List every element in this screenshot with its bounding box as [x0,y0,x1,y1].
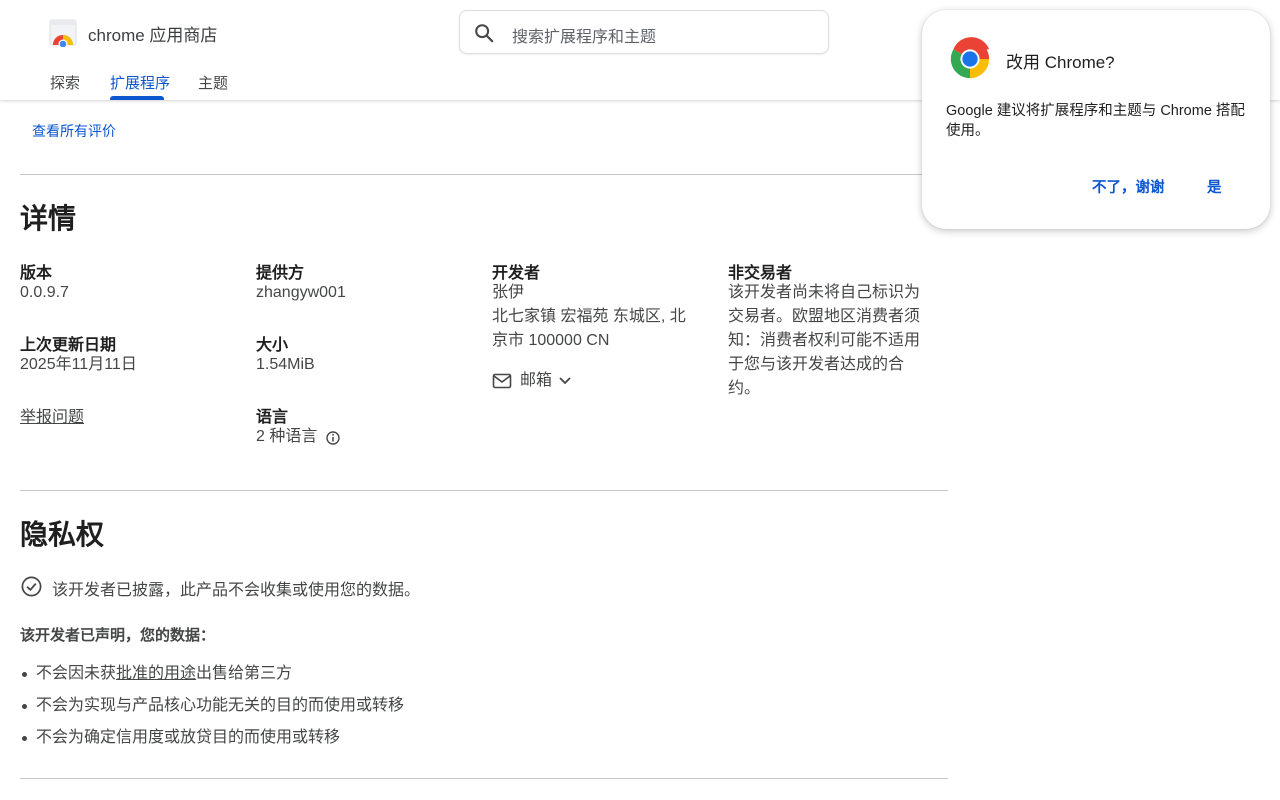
version-value: 0.0.9.7 [20,284,69,301]
list-item: 不会为确定信用度或放贷目的而使用或转移 [20,726,404,758]
developer-name: 张伊 [492,284,525,301]
active-tab-indicator [110,96,164,100]
section-divider [20,778,948,779]
updated-value: 2025年11月11日 [20,356,137,373]
bullet-text: 出售给第三方 [196,665,293,682]
offered-by-label: 提供方 [256,265,305,282]
trader-value: 该开发者尚未将自己标识为交易者。欧盟地区消费者须知：消费者权利可能不适用于您与该… [728,284,921,397]
privacy-declared: 该开发者已声明，您的数据： [20,627,216,644]
chrome-logo-icon [950,37,990,79]
search-icon [475,24,494,43]
details-heading: 详情 [20,203,77,234]
check-circle-icon [21,576,42,597]
offered-by-value: zhangyw001 [256,284,346,301]
developer-address: 北七家镇 宏福苑 东城区, 北京市 100000 CN [492,308,686,349]
tab-explore[interactable]: 探索 [50,72,80,93]
chrome-web-store-logo-icon[interactable] [48,17,78,47]
privacy-bullets: 不会因未获批准的用途出售给第三方 不会为实现与产品核心功能无关的目的而使用或转移… [20,662,404,758]
switch-to-chrome-dialog: 改用 Chrome? Google 建议将扩展程序和主题与 Chrome 搭配使… [922,10,1270,229]
privacy-heading: 隐私权 [20,519,105,550]
email-label: 邮箱 [520,372,553,389]
report-issue-link[interactable]: 举报问题 [20,403,84,427]
size-value: 1.54MiB [256,356,315,373]
updated-label: 上次更新日期 [20,337,117,354]
dialog-title: 改用 Chrome? [1006,53,1115,72]
mail-icon [492,373,512,389]
chevron-down-icon [559,377,571,385]
approved-use-link[interactable]: 批准的用途 [116,665,196,682]
tab-extensions[interactable]: 扩展程序 [110,72,170,93]
search-input[interactable]: 搜索扩展程序和主题 [512,23,656,47]
info-icon[interactable] [325,430,341,446]
trader-label: 非交易者 [728,265,793,282]
section-divider [20,174,948,175]
privacy-disclosure-text: 该开发者已披露，此产品不会收集或使用您的数据。 [52,582,421,599]
developer-label: 开发者 [492,265,541,282]
list-item: 不会因未获批准的用途出售给第三方 [20,662,404,694]
list-item: 不会为实现与产品核心功能无关的目的而使用或转移 [20,694,404,726]
size-label: 大小 [256,337,289,354]
search-box[interactable]: 搜索扩展程序和主题 [459,10,829,54]
tab-themes[interactable]: 主题 [198,72,228,93]
section-divider [20,490,948,491]
yes-button[interactable]: 是 [1207,176,1222,197]
languages-value: 2 种语言 [256,428,318,445]
dialog-body: Google 建议将扩展程序和主题与 Chrome 搭配使用。 [946,103,1245,139]
store-brand-name[interactable]: chrome 应用商店 [88,21,217,46]
bullet-text: 不会因未获 [36,665,117,682]
languages-label: 语言 [256,409,289,426]
see-all-reviews-link[interactable]: 查看所有评价 [32,121,116,141]
version-label: 版本 [20,265,53,282]
no-thanks-button[interactable]: 不了，谢谢 [1092,176,1165,197]
